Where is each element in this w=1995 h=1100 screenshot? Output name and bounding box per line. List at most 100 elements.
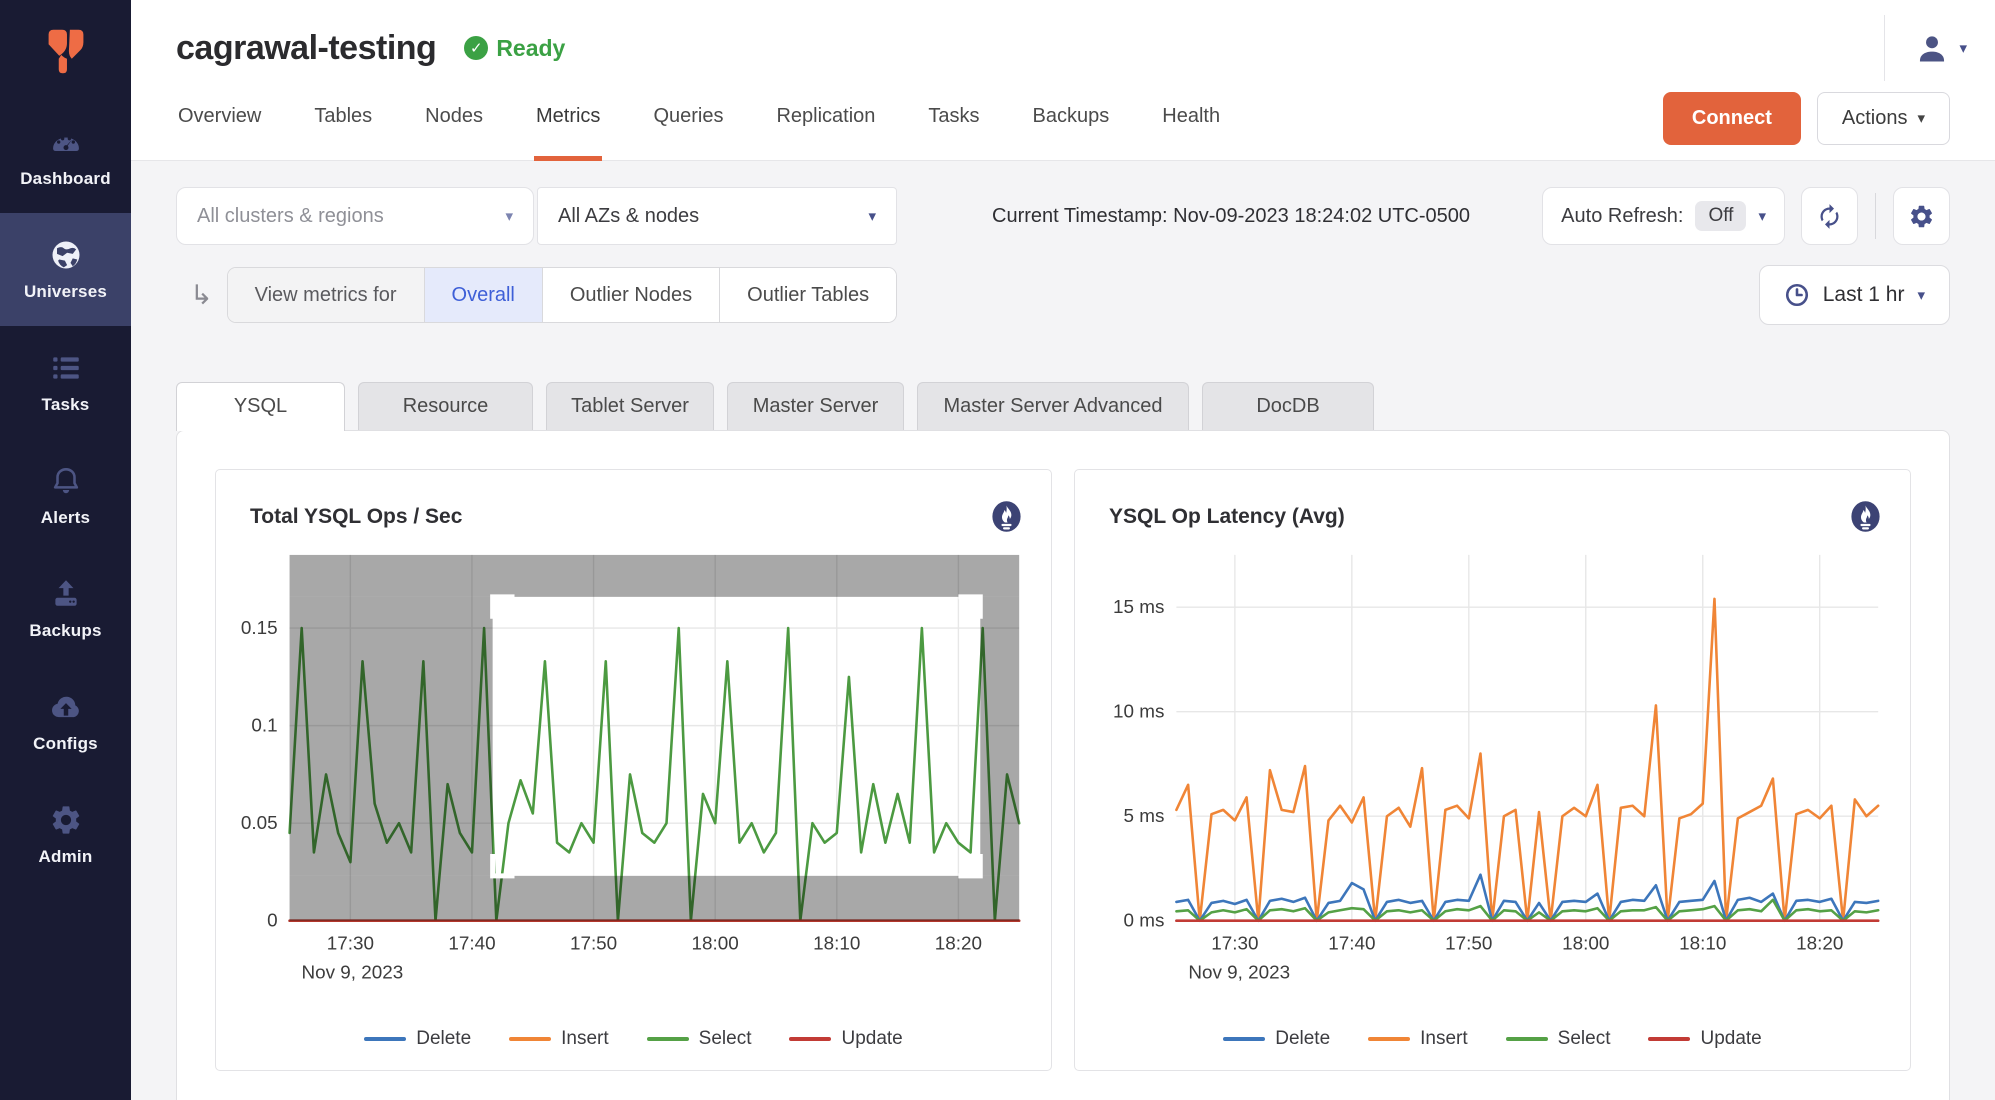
auto-refresh-label: Auto Refresh:: [1561, 205, 1683, 228]
clusters-regions-value: All clusters & regions: [197, 205, 384, 228]
sidebar-item-backups[interactable]: Backups: [0, 552, 131, 665]
sidebar-item-label: Tasks: [42, 395, 90, 415]
gear-icon: [48, 802, 84, 838]
svg-text:0.15: 0.15: [241, 618, 278, 639]
chart-card-ysql-op-latency: YSQL Op Latency (Avg) 0 ms5 ms10 ms15 ms…: [1074, 469, 1911, 1071]
tab-nodes[interactable]: Nodes: [423, 76, 485, 161]
auto-refresh-dropdown[interactable]: Auto Refresh: Off ▾: [1542, 187, 1785, 245]
auto-refresh-value: Off: [1695, 201, 1746, 231]
tab-tables[interactable]: Tables: [312, 76, 374, 161]
prometheus-icon[interactable]: [1847, 498, 1884, 535]
tab-queries[interactable]: Queries: [651, 76, 725, 161]
view-metrics-segmented-control: View metrics for Overall Outlier Nodes O…: [227, 267, 897, 323]
legend-item[interactable]: Delete: [1223, 1028, 1330, 1050]
metric-tab-ysql[interactable]: YSQL: [176, 382, 345, 431]
legend-swatch: [789, 1037, 831, 1041]
divider: [1875, 193, 1876, 239]
legend-swatch: [1648, 1037, 1690, 1041]
bell-icon: [48, 463, 84, 499]
legend-item[interactable]: Select: [647, 1028, 752, 1050]
legend-swatch: [647, 1037, 689, 1041]
legend-label: Delete: [416, 1028, 471, 1050]
view-metrics-outlier-nodes[interactable]: Outlier Nodes: [543, 268, 720, 322]
legend-item[interactable]: Insert: [509, 1028, 609, 1050]
line-chart[interactable]: 0 ms5 ms10 ms15 ms17:3017:4017:5018:0018…: [1075, 541, 1910, 1012]
connect-button[interactable]: Connect: [1663, 92, 1801, 145]
tab-backups[interactable]: Backups: [1031, 76, 1112, 161]
tab-replication[interactable]: Replication: [774, 76, 877, 161]
yugabyte-logo[interactable]: [0, 0, 131, 100]
az-nodes-value: All AZs & nodes: [558, 205, 699, 228]
sidebar-item-admin[interactable]: Admin: [0, 778, 131, 891]
sidebar-item-label: Dashboard: [20, 169, 111, 189]
legend-label: Insert: [561, 1028, 609, 1050]
svg-text:0: 0: [267, 911, 278, 932]
svg-text:17:50: 17:50: [570, 934, 617, 955]
svg-text:18:20: 18:20: [1796, 934, 1843, 955]
svg-text:17:40: 17:40: [448, 934, 495, 955]
legend-item[interactable]: Select: [1506, 1028, 1611, 1050]
chevron-down-icon: ▾: [505, 209, 513, 224]
metric-tab-master-server[interactable]: Master Server: [727, 382, 904, 430]
svg-text:Nov 9, 2023: Nov 9, 2023: [1188, 962, 1290, 983]
svg-text:17:30: 17:30: [327, 934, 374, 955]
svg-text:17:40: 17:40: [1328, 934, 1375, 955]
line-chart[interactable]: 00.050.10.1517:3017:4017:5018:0018:1018:…: [216, 541, 1051, 1012]
tab-metrics[interactable]: Metrics: [534, 76, 602, 161]
sidebar: Dashboard Universes Tasks: [0, 0, 131, 1100]
svg-text:18:20: 18:20: [935, 934, 982, 955]
legend-item[interactable]: Update: [1648, 1028, 1761, 1050]
sidebar-item-label: Admin: [39, 847, 93, 867]
globe-icon: [48, 237, 84, 273]
metric-tab-resource[interactable]: Resource: [358, 382, 533, 430]
refresh-button[interactable]: [1801, 187, 1858, 245]
sub-level-arrow-icon: ↳: [190, 280, 213, 311]
tab-health[interactable]: Health: [1160, 76, 1222, 161]
sidebar-item-label: Alerts: [41, 508, 90, 528]
legend-swatch: [509, 1037, 551, 1041]
legend-swatch: [1368, 1037, 1410, 1041]
chevron-down-icon: ▾: [1917, 111, 1925, 126]
view-metrics-outlier-tables[interactable]: Outlier Tables: [720, 268, 896, 322]
svg-text:18:10: 18:10: [813, 934, 860, 955]
chart-title: YSQL Op Latency (Avg): [1109, 505, 1345, 529]
legend-swatch: [364, 1037, 406, 1041]
time-range-value: Last 1 hr: [1823, 283, 1905, 307]
svg-text:18:10: 18:10: [1679, 934, 1726, 955]
cloud-upload-icon: [48, 689, 84, 725]
sidebar-item-dashboard[interactable]: Dashboard: [0, 100, 131, 213]
chart-card-total-ysql-ops: Total YSQL Ops / Sec 00.050.10.1517:3017…: [215, 469, 1052, 1071]
status-label: Ready: [496, 35, 565, 62]
legend-item[interactable]: Delete: [364, 1028, 471, 1050]
sidebar-item-universes[interactable]: Universes: [0, 213, 131, 326]
page-title: cagrawal-testing: [176, 29, 436, 68]
metrics-panel: Total YSQL Ops / Sec 00.050.10.1517:3017…: [176, 430, 1950, 1100]
sidebar-item-alerts[interactable]: Alerts: [0, 439, 131, 552]
metric-tab-docdb[interactable]: DocDB: [1202, 382, 1374, 430]
sidebar-item-tasks[interactable]: Tasks: [0, 326, 131, 439]
legend-label: Update: [841, 1028, 902, 1050]
svg-text:Nov 9, 2023: Nov 9, 2023: [301, 962, 403, 983]
metric-tab-tablet-server[interactable]: Tablet Server: [546, 382, 714, 430]
legend-item[interactable]: Update: [789, 1028, 902, 1050]
sidebar-item-label: Universes: [24, 282, 107, 302]
view-metrics-overall[interactable]: Overall: [425, 268, 543, 322]
metric-tab-master-server-advanced[interactable]: Master Server Advanced: [917, 382, 1189, 430]
svg-text:17:50: 17:50: [1445, 934, 1492, 955]
actions-button[interactable]: Actions ▾: [1817, 92, 1950, 145]
az-nodes-dropdown[interactable]: All AZs & nodes ▾: [537, 187, 897, 245]
legend-item[interactable]: Insert: [1368, 1028, 1468, 1050]
tab-tasks[interactable]: Tasks: [926, 76, 981, 161]
clusters-regions-dropdown[interactable]: All clusters & regions ▾: [176, 187, 534, 245]
time-range-dropdown[interactable]: Last 1 hr ▾: [1759, 265, 1950, 325]
chevron-down-icon: ▾: [1758, 209, 1766, 224]
prometheus-icon[interactable]: [988, 498, 1025, 535]
sidebar-item-configs[interactable]: Configs: [0, 665, 131, 778]
user-avatar-icon: [1915, 31, 1949, 65]
user-menu[interactable]: ▾: [1884, 15, 1967, 81]
svg-text:15 ms: 15 ms: [1113, 597, 1164, 618]
legend-label: Insert: [1420, 1028, 1468, 1050]
metrics-settings-button[interactable]: [1893, 187, 1950, 245]
chevron-down-icon: ▾: [868, 209, 876, 224]
tab-overview[interactable]: Overview: [176, 76, 263, 161]
